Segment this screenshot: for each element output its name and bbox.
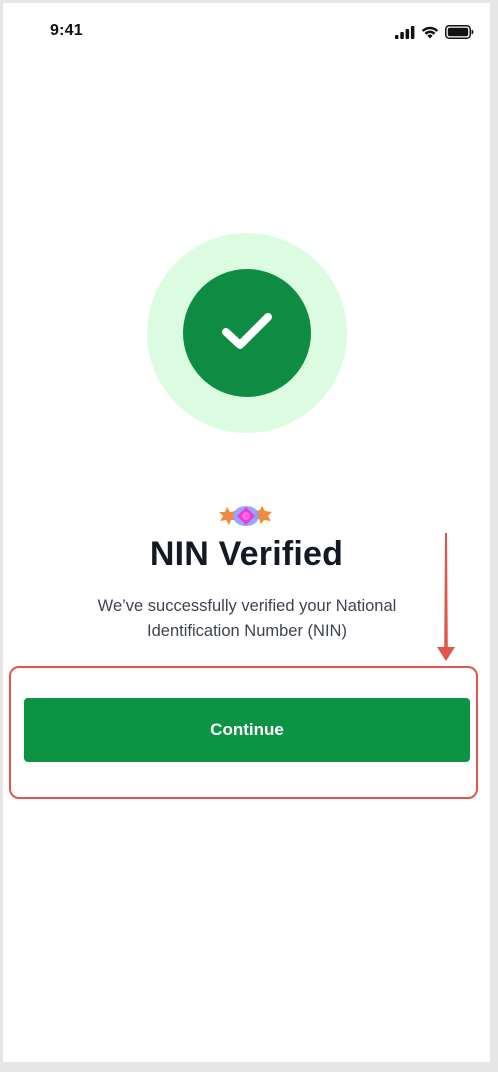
status-bar: 9:41 bbox=[3, 3, 490, 59]
status-time: 9:41 bbox=[50, 22, 83, 39]
decorative-sparkle-icon bbox=[217, 503, 275, 527]
checkmark-icon bbox=[220, 311, 274, 356]
continue-button[interactable]: Continue bbox=[24, 698, 470, 762]
success-icon-circle bbox=[183, 269, 311, 397]
page-subtitle: We’ve successfully verified your Nationa… bbox=[97, 597, 397, 640]
status-icons bbox=[395, 25, 474, 39]
phone-screen: 9:41 NIN Verified We’ve successfully ver… bbox=[3, 3, 490, 1062]
cellular-signal-icon bbox=[395, 25, 415, 39]
page-title: NIN Verified bbox=[149, 535, 344, 573]
annotation-arrow-icon bbox=[436, 533, 456, 665]
wifi-icon bbox=[421, 26, 439, 39]
battery-icon bbox=[445, 25, 474, 39]
